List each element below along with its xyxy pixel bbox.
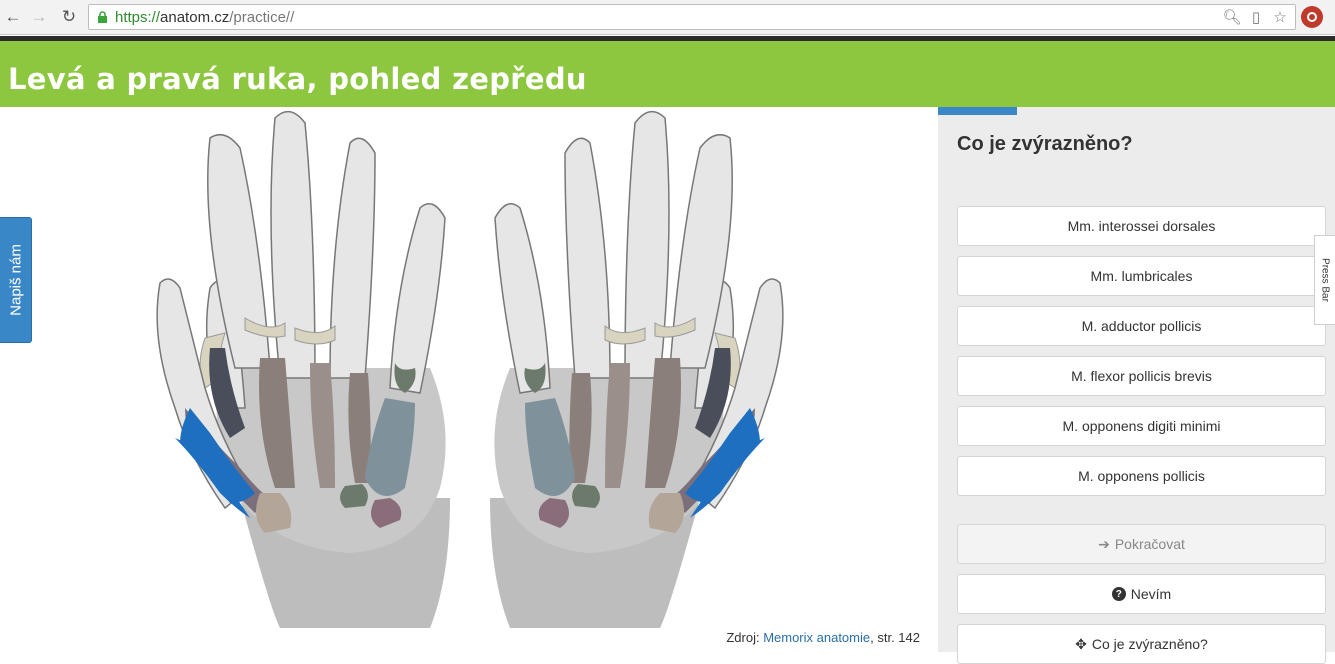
arrow-right-icon: ➔ — [1098, 535, 1110, 552]
answer-option[interactable]: M. opponens pollicis — [957, 456, 1326, 496]
source-prefix: Zdroj: — [726, 630, 764, 645]
progress-fill — [938, 107, 1018, 115]
answer-option[interactable]: Mm. lumbricales — [957, 256, 1326, 296]
lock-icon — [98, 11, 107, 23]
bookmark-star-icon[interactable]: ☆ — [1271, 8, 1289, 26]
url-text: https://anatom.cz/practice// — [115, 9, 294, 26]
dont-know-button[interactable]: ? Nevím — [957, 574, 1326, 614]
page-title: Levá a pravá ruka, pohled zepředu — [8, 62, 587, 96]
dont-know-label: Nevím — [1130, 586, 1172, 602]
zoom-icon[interactable]: 🔍︎ — [1222, 8, 1241, 26]
page-header: Levá a pravá ruka, pohled zepředu — [0, 41, 1335, 107]
url-scheme: https:// — [115, 9, 161, 26]
address-bar[interactable]: https://anatom.cz/practice// 🔍︎ ▯ ☆ — [88, 4, 1296, 30]
url-path: /practice// — [229, 9, 295, 26]
figure-source: Zdroj: Memorix anatomie, str. 142 — [726, 630, 920, 645]
question-title: Co je zvýrazněno? — [957, 133, 1133, 155]
url-host: anatom.cz — [160, 9, 230, 26]
press-bar-label: Press Bar — [1319, 258, 1331, 302]
answer-option[interactable]: M. opponens digiti minimi — [957, 406, 1326, 446]
continue-button[interactable]: ➔ Pokračovat — [957, 524, 1326, 564]
source-suffix: , str. 142 — [870, 630, 920, 645]
feedback-tab[interactable]: Napiš nám — [0, 217, 32, 343]
feedback-label: Napiš nám — [7, 244, 24, 316]
back-arrow-icon[interactable]: ← — [2, 6, 24, 28]
hands-anatomy-image — [156, 110, 784, 629]
question-circle-icon: ? — [1111, 587, 1126, 601]
continue-label: Pokračovat — [1114, 536, 1185, 552]
answer-option[interactable]: M. flexor pollicis brevis — [957, 356, 1326, 396]
answer-option[interactable]: Mm. interossei dorsales — [957, 206, 1326, 246]
extension-icon[interactable] — [1301, 6, 1323, 28]
reload-icon[interactable]: ↻ — [58, 6, 80, 28]
answer-option[interactable]: M. adductor pollicis — [957, 306, 1326, 346]
highlight-button[interactable]: ✥ Co je zvýrazněno? — [957, 624, 1326, 664]
highlight-label: Co je zvýrazněno? — [1091, 636, 1208, 652]
forward-arrow-icon[interactable]: → — [28, 6, 50, 28]
browser-toolbar: ← → ↻ https://anatom.cz/practice// 🔍︎ ▯ … — [0, 0, 1335, 35]
press-bar-tab[interactable]: Press Bar — [1314, 235, 1335, 325]
progress-bar — [938, 107, 1335, 115]
page-icon[interactable]: ▯ — [1247, 8, 1265, 26]
question-panel: Co je zvýrazněno? Mm. interossei dorsale… — [938, 107, 1335, 664]
source-link[interactable]: Memorix anatomie — [763, 630, 870, 645]
move-arrows-icon: ✥ — [1075, 635, 1087, 652]
